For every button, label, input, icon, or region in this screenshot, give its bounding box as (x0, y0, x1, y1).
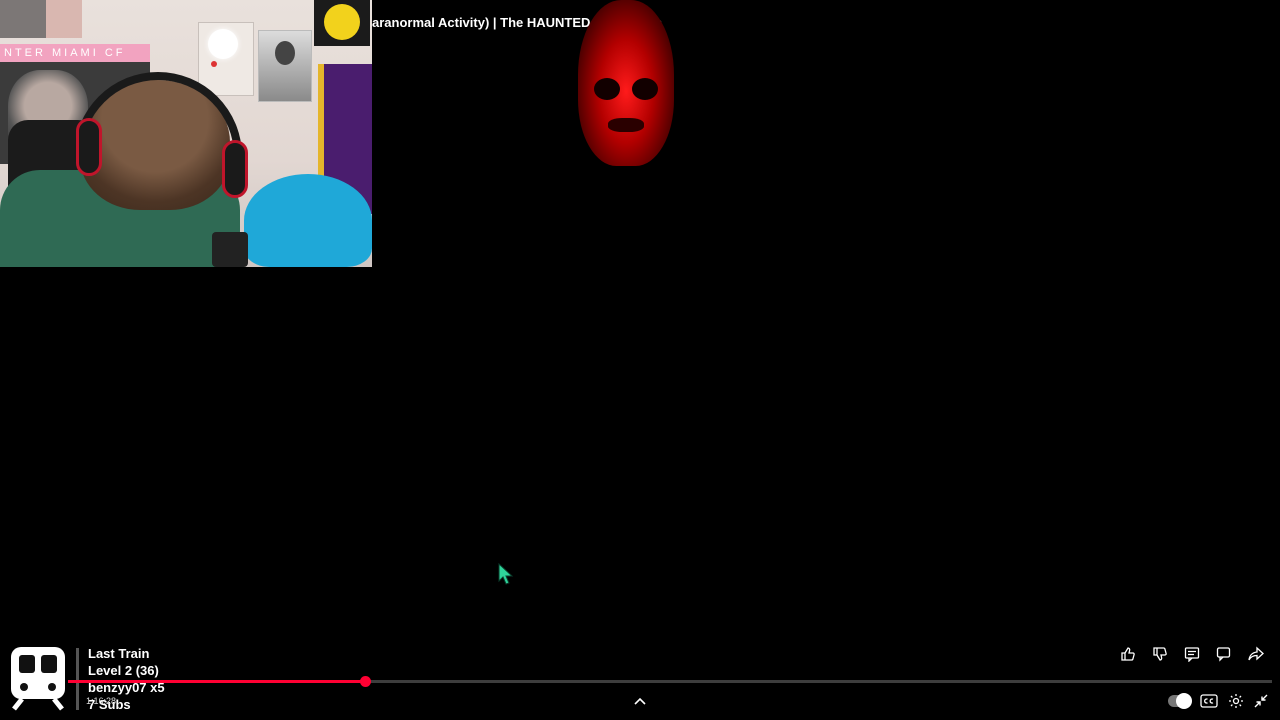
train-icon (11, 647, 65, 711)
thumbs-up-icon (1121, 647, 1135, 661)
action-bar (1116, 643, 1268, 665)
headphone-cup (76, 118, 102, 176)
sub-goal-name: Last Train (88, 646, 150, 661)
sub-goal-divider (76, 648, 79, 710)
balloon-poster (198, 22, 254, 96)
comments-button[interactable] (1180, 643, 1204, 665)
portrait-poster (258, 30, 312, 102)
progress-bar[interactable] (68, 676, 1272, 687)
mouse-cursor-icon (498, 563, 514, 585)
headphone-cup (222, 140, 248, 198)
expand-details-button[interactable] (628, 690, 652, 712)
settings-button[interactable] (1228, 690, 1244, 712)
progress-scrubber[interactable] (360, 676, 371, 687)
microphone (212, 232, 248, 267)
sub-goal-level: Level 2 (36) (88, 663, 159, 678)
video-player[interactable]: NTER MIAMI CF aranormal Activity) | The … (0, 0, 1280, 720)
wall-poster (0, 0, 46, 38)
exit-fullscreen-button[interactable] (1254, 690, 1268, 712)
dislike-button[interactable] (1148, 643, 1172, 665)
poster-banner-text: NTER MIAMI CF (0, 44, 150, 62)
comment-icon (1184, 647, 1200, 662)
chat-icon (1216, 647, 1231, 662)
captions-button[interactable] (1200, 690, 1218, 712)
timestamp: 1:16:28 (86, 696, 117, 706)
wall-poster (46, 0, 82, 38)
gear-icon (1229, 694, 1243, 708)
player-controls (1168, 690, 1268, 712)
live-chat-button[interactable] (1212, 643, 1236, 665)
autoplay-toggle[interactable] (1168, 690, 1192, 712)
thumbs-down-icon (1153, 647, 1167, 661)
webcam-overlay: NTER MIAMI CF (0, 0, 372, 267)
toggle-switch (1168, 693, 1192, 709)
like-button[interactable] (1116, 643, 1140, 665)
share-button[interactable] (1244, 643, 1268, 665)
progress-played (68, 680, 365, 683)
collapse-icon (1254, 694, 1268, 708)
share-icon (1248, 646, 1264, 661)
red-skull-figure (578, 0, 674, 166)
captions-icon (1200, 694, 1218, 708)
chevron-up-icon (634, 697, 646, 705)
heart-pillow (244, 174, 372, 267)
smiley-poster (314, 0, 370, 46)
